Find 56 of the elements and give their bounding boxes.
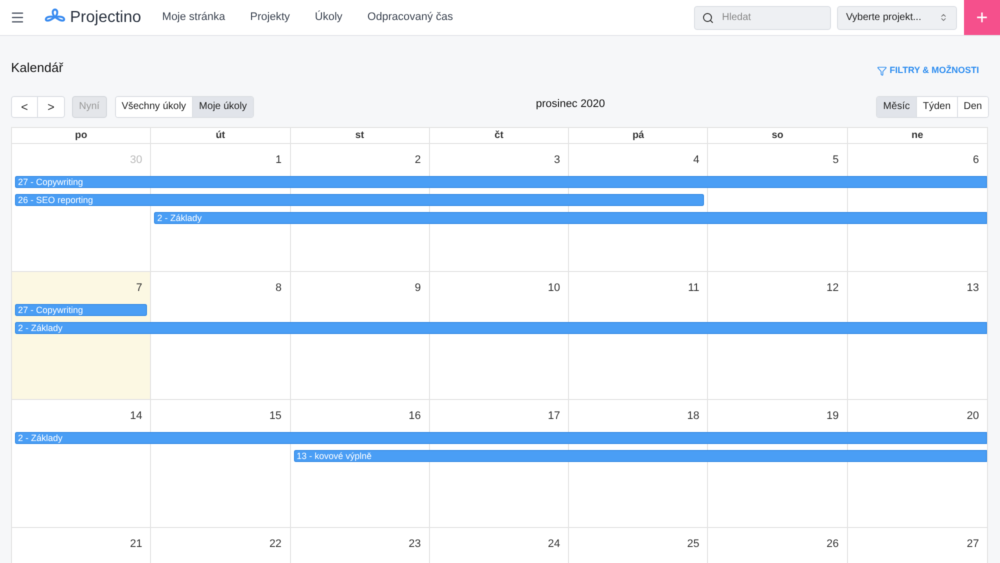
weekday-header: čt	[430, 128, 570, 142]
day-number: 24	[548, 538, 560, 550]
weekday-header: so	[708, 128, 848, 142]
nav-link[interactable]: Odpracovaný čas	[367, 9, 454, 26]
search-input[interactable]: Hledat	[722, 10, 822, 25]
day-number: 9	[414, 282, 421, 294]
search-icon	[702, 12, 714, 24]
day-number: 13	[966, 282, 979, 294]
day-number: 8	[275, 282, 282, 294]
day-number: 27	[966, 538, 979, 550]
page-title: Kalendář	[11, 59, 64, 77]
day-number: 17	[548, 410, 560, 422]
day-number: 19	[826, 410, 839, 422]
brand-name[interactable]: Projectino	[70, 6, 142, 30]
day-number: 16	[408, 410, 421, 422]
day-number: 30	[130, 154, 142, 166]
day-number: 23	[408, 538, 421, 550]
nav-link[interactable]: Úkoly	[314, 9, 342, 26]
day-number: 26	[826, 538, 839, 550]
weekday-header: ne	[910, 128, 924, 142]
view-tab[interactable]: Den	[956, 96, 988, 116]
nav-link[interactable]: Projekty	[250, 9, 290, 26]
day-number: 5	[832, 154, 839, 166]
day-number: 14	[130, 410, 142, 422]
menu-icon[interactable]	[10, 10, 25, 25]
weekday-header: po	[12, 128, 152, 142]
search-field[interactable]: Hledat	[694, 6, 831, 30]
day-number: 11	[688, 282, 700, 294]
weekday-header: pá	[569, 128, 708, 142]
day-number: 21	[130, 538, 142, 550]
day-number: 20	[966, 410, 979, 422]
day-number: 4	[693, 154, 700, 166]
day-number: 6	[972, 154, 979, 166]
day-number: 2	[414, 154, 421, 166]
month-title: prosinec 2020	[536, 96, 605, 112]
day-number: 1	[275, 154, 282, 166]
select-caret-icon	[939, 13, 948, 22]
filter-icon	[876, 66, 887, 76]
scope-tab[interactable]: Moje úkoly	[192, 96, 253, 116]
next-button[interactable]: >	[38, 96, 64, 116]
project-select[interactable]: Vyberte projekt...	[837, 6, 957, 30]
day-number: 12	[826, 282, 839, 294]
view-tab[interactable]: Týden	[916, 96, 957, 116]
view-tab[interactable]: Měsíc	[877, 96, 916, 116]
previous-button[interactable]: <	[12, 96, 38, 116]
scope-tab[interactable]: Všechny úkoly	[116, 96, 192, 116]
day-number: 10	[548, 282, 560, 294]
day-number: 3	[554, 154, 560, 166]
day-number: 15	[269, 410, 282, 422]
day-number: 7	[136, 282, 142, 294]
weekday-header: st	[290, 128, 430, 142]
day-number: 25	[687, 538, 700, 550]
weekday-header: út	[151, 128, 291, 142]
nav-link[interactable]: Moje stránka	[162, 9, 226, 26]
day-number: 18	[687, 410, 700, 422]
day-number: 22	[269, 538, 282, 550]
